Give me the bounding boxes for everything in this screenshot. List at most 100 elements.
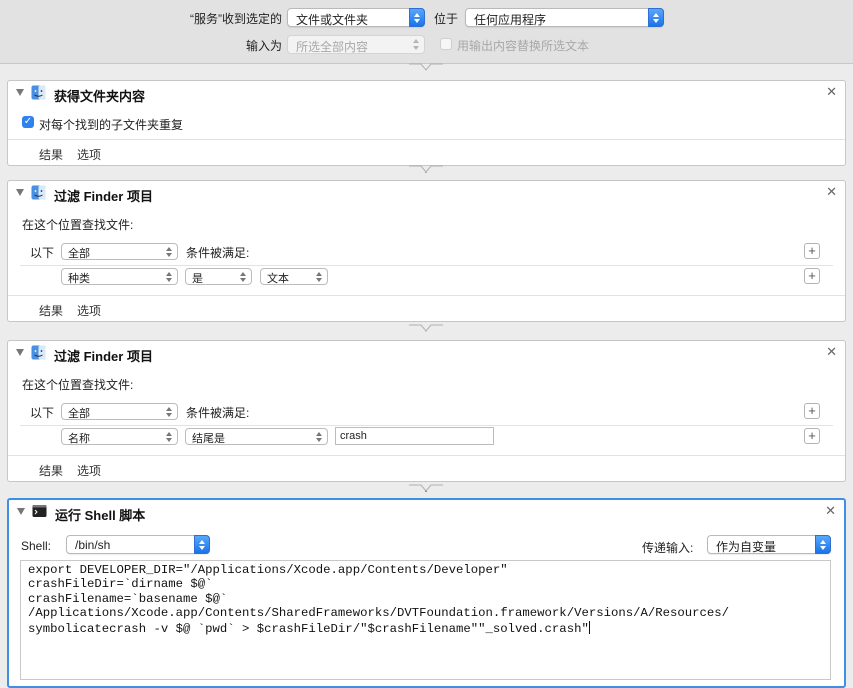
action-footer: 结果 选项: [8, 455, 845, 481]
disclosure-triangle-icon[interactable]: [16, 189, 24, 196]
action-footer: 结果 选项: [8, 295, 845, 321]
rule-attribute-popup[interactable]: 种类: [61, 268, 178, 285]
disclosure-triangle-icon[interactable]: [17, 508, 25, 515]
service-receives-label: “服务”收到选定的: [190, 12, 282, 26]
match-all-value: 全部: [68, 408, 90, 420]
finder-icon: [31, 185, 46, 200]
repeat-subfolders-checkbox[interactable]: ✓: [22, 116, 34, 128]
replace-label: 用输出内容替换所选文本: [457, 39, 590, 53]
add-condition-button[interactable]: +: [804, 243, 820, 259]
popup-arrows-icon: [240, 272, 247, 283]
conditions-label: 条件被满足:: [186, 406, 250, 420]
tab-options[interactable]: 选项: [77, 146, 101, 163]
action-header: 过滤 Finder 项目 ✕: [8, 181, 845, 205]
close-icon[interactable]: ✕: [826, 84, 837, 100]
rule-value-popup[interactable]: 文本: [260, 268, 328, 285]
match-all-popup[interactable]: 全部: [61, 403, 178, 420]
input-is-label: 输入为: [246, 39, 283, 53]
popup-arrows-icon: [316, 432, 323, 443]
action-get-folder-contents[interactable]: 获得文件夹内容 ✕ ✓ 对每个找到的子文件夹重复 结果 选项: [7, 80, 846, 166]
tab-results[interactable]: 结果: [39, 462, 63, 479]
shell-popup[interactable]: /bin/sh: [66, 535, 210, 554]
conditions-label: 条件被满足:: [186, 246, 250, 260]
service-header: “服务”收到选定的 文件或文件夹 位于 任何应用程序 输入为 所选全部内容 用输…: [0, 0, 853, 64]
rule-value-text: crash: [340, 430, 367, 442]
all-prefix-label: 以下: [30, 246, 55, 260]
add-rule-button[interactable]: +: [804, 428, 820, 444]
rule-operator-value: 结尾是: [192, 433, 225, 445]
tab-results[interactable]: 结果: [39, 146, 63, 163]
tab-options[interactable]: 选项: [77, 302, 101, 319]
connector-notch: [409, 484, 443, 492]
rule-operator-popup[interactable]: 结尾是: [185, 428, 328, 445]
divider: [20, 425, 833, 426]
connector-notch: [409, 324, 443, 332]
disclosure-triangle-icon[interactable]: [16, 349, 24, 356]
finder-icon: [31, 345, 46, 360]
script-editor[interactable]: export DEVELOPER_DIR="/Applications/Xcod…: [20, 560, 831, 680]
input-is-popup[interactable]: 所选全部内容: [287, 35, 425, 54]
popup-arrows-icon: [815, 535, 831, 554]
input-type-value: 文件或文件夹: [296, 13, 369, 27]
action-filter-finder-items-name[interactable]: 过滤 Finder 项目 ✕ 在这个位置查找文件: 以下 全部 条件被满足: +…: [7, 340, 846, 482]
terminal-icon: [32, 505, 47, 517]
input-type-popup[interactable]: 文件或文件夹: [287, 8, 425, 27]
replace-checkbox[interactable]: [440, 38, 452, 50]
popup-arrows-icon: [166, 272, 173, 283]
add-rule-button[interactable]: +: [804, 268, 820, 284]
script-text[interactable]: export DEVELOPER_DIR="/Applications/Xcod…: [21, 561, 830, 636]
popup-arrows-icon: [409, 8, 425, 27]
all-prefix-label: 以下: [30, 406, 55, 420]
application-value: 任何应用程序: [474, 13, 547, 27]
finder-icon: [31, 85, 46, 100]
rule-value: 文本: [267, 273, 289, 285]
popup-arrows-icon: [194, 535, 210, 554]
rule-attribute-popup[interactable]: 名称: [61, 428, 178, 445]
action-title: 运行 Shell 脚本: [55, 508, 146, 523]
pass-input-label: 传递输入:: [642, 541, 694, 555]
popup-arrows-icon: [412, 39, 420, 51]
rule-operator-popup[interactable]: 是: [185, 268, 252, 285]
action-title: 过滤 Finder 项目: [54, 349, 153, 364]
shell-label: Shell:: [21, 539, 52, 553]
tab-results[interactable]: 结果: [39, 302, 63, 319]
find-location-label: 在这个位置查找文件:: [22, 218, 134, 232]
action-filter-finder-items-kind[interactable]: 过滤 Finder 项目 ✕ 在这个位置查找文件: 以下 全部 条件被满足: +…: [7, 180, 846, 322]
script-content: export DEVELOPER_DIR="/Applications/Xcod…: [28, 563, 730, 636]
in-label: 位于: [434, 12, 459, 26]
pass-input-popup[interactable]: 作为自变量: [707, 535, 831, 554]
rule-value-field[interactable]: crash: [335, 427, 494, 445]
action-footer: 结果 选项: [8, 139, 845, 165]
match-all-popup[interactable]: 全部: [61, 243, 178, 260]
popup-arrows-icon: [166, 432, 173, 443]
connector-notch: [409, 63, 443, 71]
popup-arrows-icon: [166, 247, 173, 258]
popup-arrows-icon: [648, 8, 664, 27]
action-title: 获得文件夹内容: [54, 89, 146, 104]
text-caret: [588, 620, 590, 634]
rule-operator-value: 是: [192, 273, 203, 285]
action-title: 过滤 Finder 项目: [54, 189, 153, 204]
action-header: 获得文件夹内容 ✕: [8, 81, 845, 105]
close-icon[interactable]: ✕: [825, 503, 836, 519]
pass-input-value: 作为自变量: [716, 540, 777, 554]
close-icon[interactable]: ✕: [826, 184, 837, 200]
tab-options[interactable]: 选项: [77, 462, 101, 479]
add-condition-button[interactable]: +: [804, 403, 820, 419]
application-popup[interactable]: 任何应用程序: [465, 8, 664, 27]
popup-arrows-icon: [166, 407, 173, 418]
match-all-value: 全部: [68, 248, 90, 260]
close-icon[interactable]: ✕: [826, 344, 837, 360]
shell-value: /bin/sh: [75, 538, 111, 552]
rule-attribute-value: 名称: [68, 433, 90, 445]
action-header: 运行 Shell 脚本 ✕: [9, 500, 844, 524]
connector-notch: [409, 165, 443, 173]
disclosure-triangle-icon[interactable]: [16, 89, 24, 96]
repeat-subfolders-label: 对每个找到的子文件夹重复: [39, 118, 184, 132]
find-location-label: 在这个位置查找文件:: [22, 378, 134, 392]
rule-attribute-value: 种类: [68, 273, 90, 285]
action-header: 过滤 Finder 项目 ✕: [8, 341, 845, 365]
divider: [20, 265, 833, 266]
input-is-value: 所选全部内容: [296, 40, 369, 54]
popup-arrows-icon: [316, 272, 323, 283]
